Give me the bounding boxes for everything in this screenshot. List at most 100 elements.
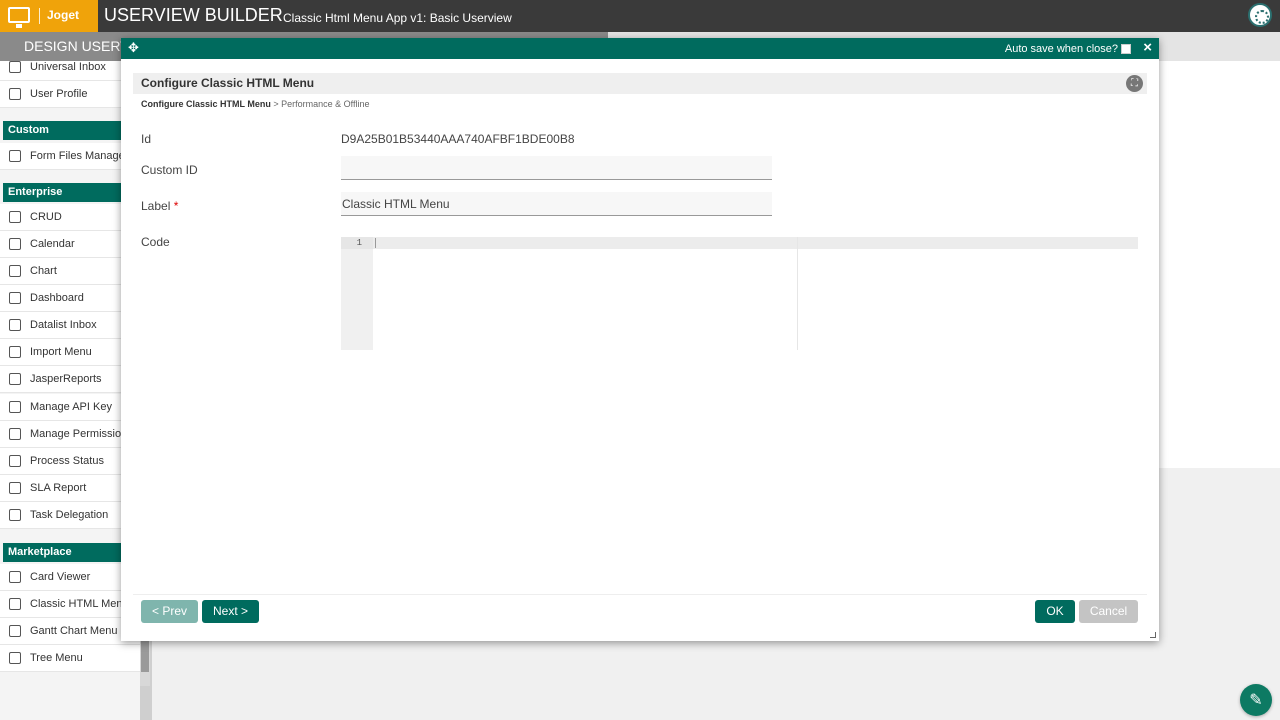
dialog-header: ✥ Auto save when close? × — [121, 38, 1159, 59]
palette-item-gantt-chart-menu[interactable]: Gantt Chart Menu — [0, 618, 140, 645]
palette-item-form-files-manager[interactable]: Form Files Manager — [0, 143, 140, 170]
palette-scrollbar-thumb[interactable] — [141, 640, 149, 672]
expand-icon[interactable]: ⛶ — [1126, 75, 1143, 92]
palette-item-tree-menu[interactable]: Tree Menu — [0, 645, 140, 672]
palette-item-chart[interactable]: Chart — [0, 258, 140, 285]
process-icon — [9, 455, 21, 467]
table-icon — [9, 150, 21, 162]
inbox-icon — [9, 319, 21, 331]
palette-item-label: Datalist Inbox — [30, 319, 97, 331]
breadcrumb-current[interactable]: Configure Classic HTML Menu — [141, 99, 271, 109]
report-icon — [9, 373, 21, 385]
palette-item-task-delegation[interactable]: Task Delegation — [0, 502, 140, 529]
avatar[interactable] — [1248, 3, 1272, 27]
active-line — [373, 237, 1138, 249]
app-subtitle: Classic Html Menu App v1: Basic Userview — [283, 11, 512, 25]
dashboard-icon — [9, 292, 21, 304]
dialog-title: Configure Classic HTML Menu — [141, 76, 315, 90]
logo[interactable]: Joget — [0, 0, 98, 32]
label-field-text: Label — [141, 199, 171, 213]
top-bar: Joget USERVIEW BUILDER Classic Html Menu… — [0, 0, 1280, 32]
code-label: Code — [141, 235, 170, 249]
crud-icon — [9, 211, 21, 223]
palette-item-label: Process Status — [30, 455, 104, 467]
palette-item-label: Task Delegation — [30, 509, 109, 521]
dialog-titlebar: Configure Classic HTML Menu ⛶ — [133, 73, 1147, 94]
breadcrumb-next[interactable]: Performance & Offline — [281, 99, 369, 109]
palette-item-label: Universal Inbox — [30, 61, 106, 73]
delegate-icon — [9, 509, 21, 521]
prev-button[interactable]: < Prev — [141, 600, 198, 623]
palette-item-universal-inbox[interactable]: Universal Inbox — [0, 61, 140, 81]
table-icon — [9, 625, 21, 637]
palette-group-custom: Custom — [3, 121, 140, 140]
text-cursor — [375, 238, 376, 248]
id-value: D9A25B01B53440AAA740AFBF1BDE00B8 — [341, 132, 575, 146]
palette-item-label: SLA Report — [30, 482, 87, 494]
label-input[interactable] — [341, 192, 772, 216]
palette-item-label: Manage API Key — [30, 401, 112, 413]
code-editor[interactable]: 1 — [341, 237, 1138, 350]
palette-item-import-menu[interactable]: Import Menu — [0, 339, 140, 366]
palette-item-crud[interactable]: CRUD — [0, 204, 140, 231]
users-icon — [9, 428, 21, 440]
palette-item-label: Classic HTML Menu — [30, 598, 129, 610]
palette-item-classic-html-menu[interactable]: Classic HTML Menu — [0, 591, 140, 618]
palette-item-manage-permission[interactable]: Manage Permission — [0, 421, 140, 448]
next-button[interactable]: Next > — [202, 600, 259, 623]
palette-item-sla-report[interactable]: SLA Report — [0, 475, 140, 502]
palette-item-card-viewer[interactable]: Card Viewer — [0, 564, 140, 591]
autosave-option[interactable]: Auto save when close? — [1005, 43, 1131, 55]
monitor-icon — [8, 7, 30, 28]
label-field-label: Label * — [141, 199, 178, 213]
sla-icon — [9, 482, 21, 494]
import-icon — [9, 346, 21, 358]
palette-item-label: Card Viewer — [30, 571, 91, 583]
autosave-checkbox[interactable] — [1121, 44, 1131, 54]
palette-item-label: Form Files Manager — [30, 150, 129, 162]
palette-item-label: Chart — [30, 265, 57, 277]
autosave-label: Auto save when close? — [1004, 43, 1118, 55]
tab-design-userview-label: DESIGN USERV — [24, 38, 130, 54]
element-palette: Universal Inbox User Profile Custom Form… — [0, 61, 140, 720]
breadcrumb: Configure Classic HTML Menu > Performanc… — [141, 99, 370, 109]
palette-item-calendar[interactable]: Calendar — [0, 231, 140, 258]
palette-group-enterprise: Enterprise — [3, 183, 140, 202]
palette-item-label: JasperReports — [30, 373, 102, 385]
palette-item-label: Calendar — [30, 238, 75, 250]
id-label: Id — [141, 132, 152, 146]
palette-item-manage-api-key[interactable]: Manage API Key — [0, 394, 140, 421]
configure-dialog: ✥ Auto save when close? × Configure Clas… — [121, 38, 1159, 641]
palette-item-datalist-inbox[interactable]: Datalist Inbox — [0, 312, 140, 339]
palette-item-label: Manage Permission — [30, 428, 128, 440]
breadcrumb-separator: > — [273, 99, 279, 109]
ok-button[interactable]: OK — [1035, 600, 1075, 623]
custom-id-label: Custom ID — [141, 163, 198, 177]
palette-item-dashboard[interactable]: Dashboard — [0, 285, 140, 312]
palette-item-label: CRUD — [30, 211, 62, 223]
close-icon[interactable]: × — [1143, 39, 1152, 56]
chart-icon — [9, 265, 21, 277]
palette-item-label: User Profile — [30, 88, 88, 100]
footer-divider — [133, 594, 1147, 595]
app-title: USERVIEW BUILDER — [104, 5, 283, 25]
palette-group-marketplace: Marketplace — [3, 543, 140, 562]
logo-divider — [39, 8, 40, 24]
palette-item-process-status[interactable]: Process Status — [0, 448, 140, 475]
print-margin — [797, 237, 798, 350]
palette-item-user-profile[interactable]: User Profile — [0, 81, 140, 108]
cancel-button[interactable]: Cancel — [1079, 600, 1138, 623]
table-icon — [9, 652, 21, 664]
palette-item-label: Gantt Chart Menu — [30, 625, 118, 637]
custom-id-input[interactable] — [341, 156, 772, 180]
resize-handle[interactable] — [1150, 632, 1156, 638]
required-marker: * — [173, 199, 179, 213]
calendar-icon — [9, 238, 21, 250]
monitor-icon — [9, 571, 21, 583]
palette-item-label: Tree Menu — [30, 652, 83, 664]
edit-fab-button[interactable]: ✎ — [1240, 684, 1272, 716]
move-icon[interactable]: ✥ — [128, 41, 139, 55]
pencil-icon: ✎ — [1249, 692, 1263, 709]
palette-item-jasperreports[interactable]: JasperReports — [0, 366, 140, 393]
palette-item-label: Dashboard — [30, 292, 84, 304]
